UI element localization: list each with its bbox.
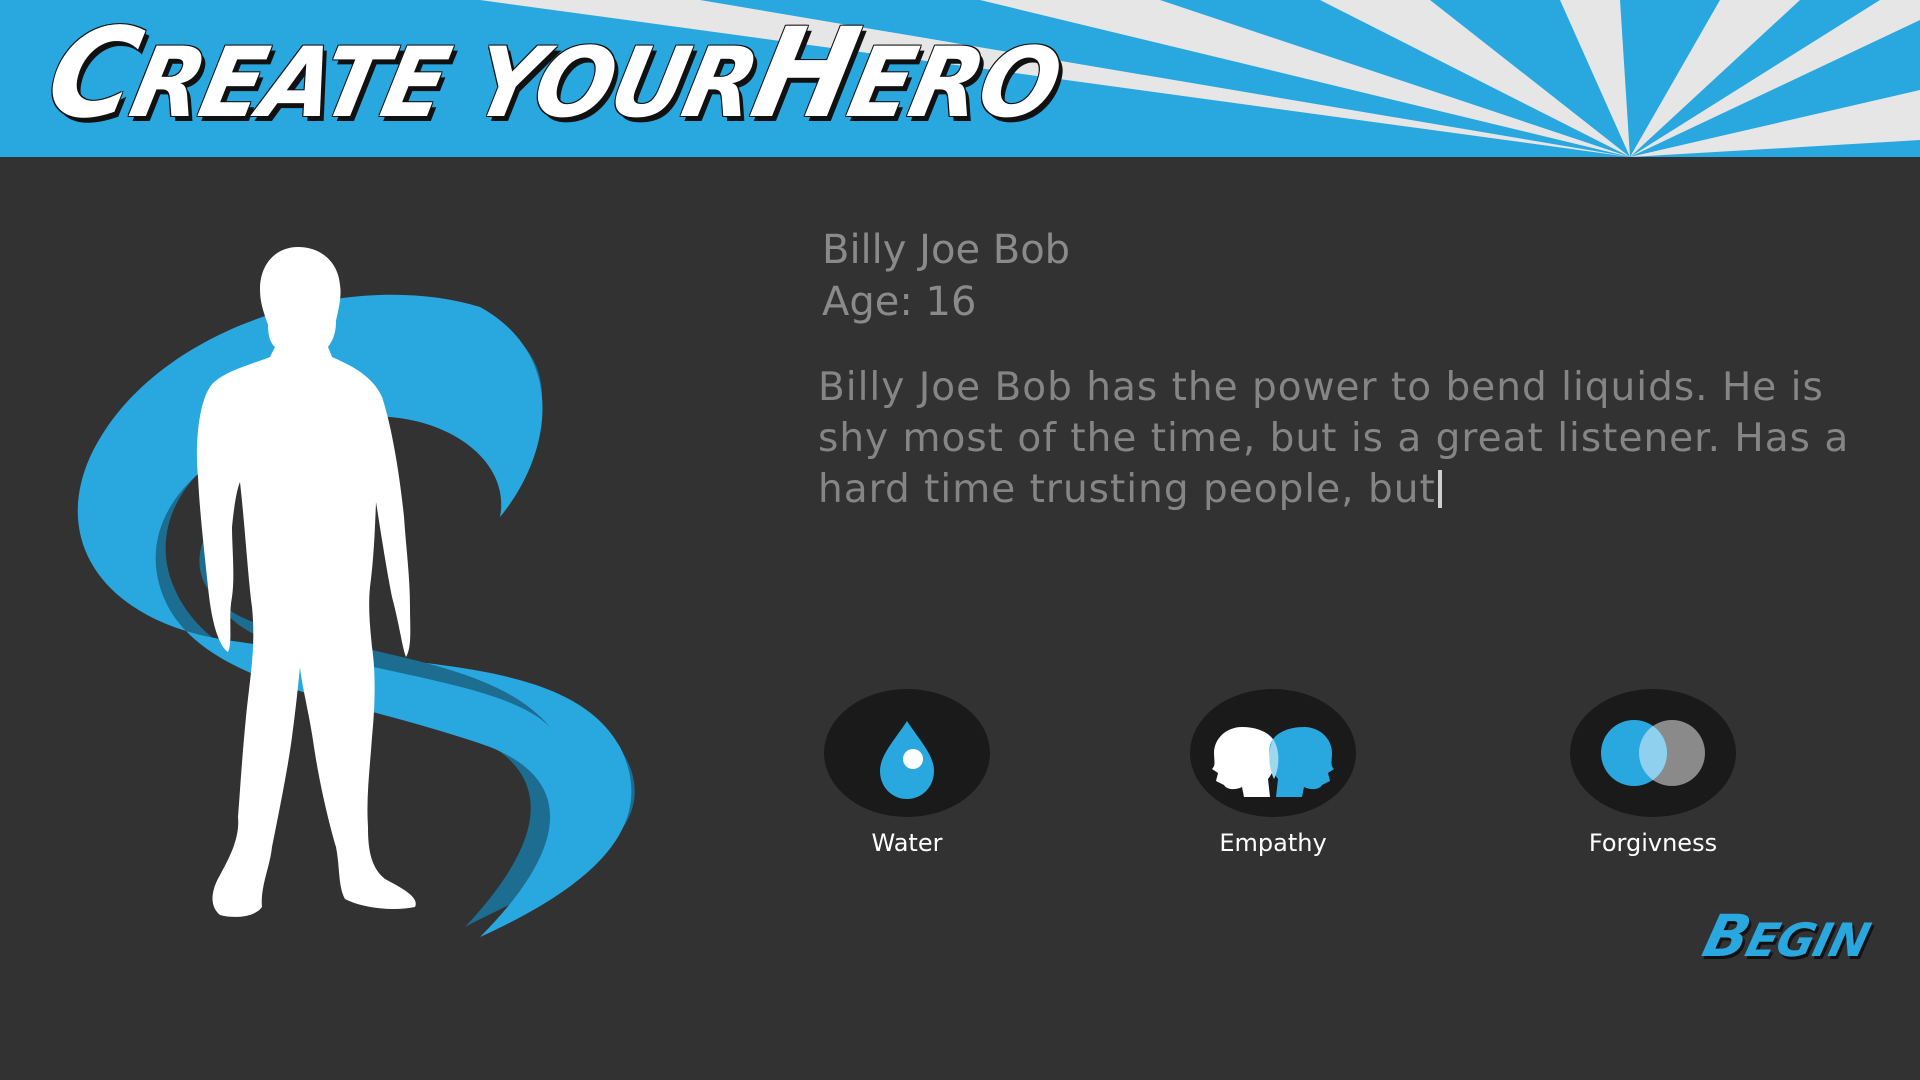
power-water[interactable]: Water [822,689,992,857]
power-empathy-badge [1190,689,1356,817]
app-title: CREATE YOURHERO [36,0,1072,145]
empathy-heads-icon [1212,727,1334,797]
main-content: Billy Joe Bob Age: 16 Billy Joe Bob has … [0,157,1920,1080]
hero-silhouette-illustration [77,247,635,937]
power-water-label: Water [871,829,943,857]
text-caret [1437,470,1442,508]
hero-bio-text: Billy Joe Bob has the power to bend liqu… [818,365,1850,512]
power-water-badge [824,689,990,817]
title-part-hero: ERO [839,26,1070,139]
power-forgivness-badge [1570,689,1736,817]
power-empathy-label: Empathy [1219,829,1327,857]
power-forgivness-label: Forgivness [1588,829,1718,857]
begin-button[interactable]: BEGIN [1697,902,1878,970]
overlapping-circles-icon [1601,720,1705,786]
begin-rest: EGIN [1740,913,1875,967]
power-empathy[interactable]: Empathy [1188,689,1358,857]
title-part-your: YOUR [463,26,767,139]
hero-bio-textarea[interactable]: Billy Joe Bob has the power to bend liqu… [818,362,1858,515]
power-forgivness[interactable]: Forgivness [1568,689,1738,857]
header-banner: CREATE YOURHERO [0,0,1920,157]
water-drop-icon [880,721,934,799]
hero-age: Age: 16 [822,279,977,325]
hero-name: Billy Joe Bob [822,227,1071,273]
title-part-create: REATE [121,26,488,139]
